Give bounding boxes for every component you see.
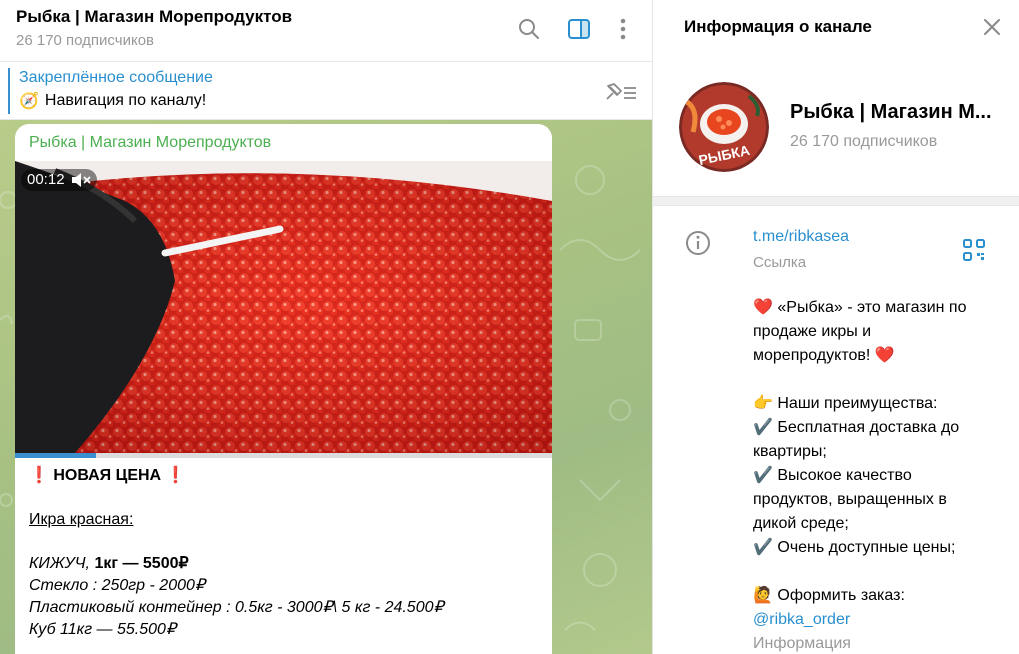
- description-line: дикой среде;: [753, 515, 849, 532]
- pinned-indicator: [8, 68, 10, 114]
- info-subscriber-count: 26 170 подписчиков: [790, 133, 938, 150]
- chat-pane: Рыбка | Магазин Морепродуктов 26 170 под…: [0, 0, 652, 654]
- post-line: Стекло : 250гр - 2000₽: [29, 577, 206, 594]
- info-channel-name: Рыбка | Магазин М...: [790, 101, 992, 123]
- channel-info-panel: Информация о канале РЫБКА Рыбка | Магази…: [652, 0, 1019, 654]
- post-line: Куб 11кг — 55.500₽: [29, 621, 177, 638]
- post-author[interactable]: Рыбка | Магазин Морепродуктов: [29, 134, 271, 152]
- chat-header[interactable]: Рыбка | Магазин Морепродуктов 26 170 под…: [0, 0, 652, 62]
- compass-emoji: 🧭: [19, 93, 39, 110]
- description-line: квартиры;: [753, 443, 827, 460]
- channel-post-bubble[interactable]: Рыбка | Магазин Морепродуктов 00:12 ❗ НО…: [15, 124, 552, 654]
- search-icon[interactable]: [514, 14, 544, 44]
- post-line-bold: 1кг — 5500₽: [94, 555, 189, 572]
- channel-description: ❤️ «Рыбка» - это магазин по продаже икры…: [753, 296, 1008, 654]
- post-line: [29, 487, 539, 509]
- video-progress-fill: [15, 453, 96, 458]
- channel-link[interactable]: t.me/ribkasea: [753, 228, 849, 246]
- video-time-text: 00:12: [27, 171, 65, 188]
- post-text: ❗ НОВАЯ ЦЕНА ❗ Икра красная: КИЖУЧ, 1кг …: [29, 465, 539, 641]
- info-panel-title: Информация о канале: [684, 17, 872, 36]
- description-line: продаже икры и: [753, 323, 872, 340]
- channel-link-label: Ссылка: [753, 254, 807, 271]
- description-line: 🙋 Оформить заказ:: [753, 587, 905, 604]
- video-timer: 00:12: [21, 169, 97, 191]
- pinned-title: Закреплённое сообщение: [19, 69, 213, 86]
- info-icon: [685, 230, 711, 256]
- subscriber-count: 26 170 подписчиков: [16, 32, 155, 49]
- description-line: ✔️ Очень доступные цены;: [753, 539, 956, 556]
- description-line: морепродуктов! ❤️: [753, 347, 895, 364]
- description-line: продуктов, выращенных в: [753, 491, 947, 508]
- video-progress-bar[interactable]: [15, 453, 552, 458]
- pinned-text-row: 🧭 Навигация по каналу!: [19, 91, 206, 111]
- post-line: ❗ НОВАЯ ЦЕНА ❗: [29, 467, 186, 484]
- description-line: ❤️ «Рыбка» - это магазин по: [753, 299, 967, 316]
- description-line: [753, 368, 1008, 392]
- qr-code-icon[interactable]: [962, 238, 986, 262]
- video-preview[interactable]: 00:12: [15, 161, 552, 453]
- post-line-italic: КИЖУЧ,: [29, 555, 95, 572]
- muted-icon[interactable]: [71, 172, 91, 188]
- description-line: 👉 Наши преимущества:: [753, 395, 938, 412]
- post-line: [29, 531, 539, 553]
- sidebar-toggle-icon[interactable]: [564, 14, 594, 44]
- description-line: [753, 560, 1008, 584]
- description-line: ✔️ Бесплатная доставка до: [753, 419, 960, 436]
- description-label: Информация: [753, 635, 851, 652]
- order-link[interactable]: @ribka_order: [753, 608, 1008, 632]
- close-icon[interactable]: [980, 15, 1004, 39]
- more-vertical-icon[interactable]: [608, 14, 638, 44]
- pinned-text: Навигация по каналу!: [44, 92, 207, 109]
- section-divider: [653, 196, 1019, 206]
- post-line: КИЖУЧ, 1кг — 5500₽: [29, 553, 539, 575]
- pinned-message-bar[interactable]: Закреплённое сообщение 🧭 Навигация по ка…: [0, 62, 652, 120]
- description-line: ✔️ Высокое качество: [753, 467, 912, 484]
- post-line: Икра красная:: [29, 511, 134, 528]
- post-line: Пластиковый контейнер : 0.5кг - 3000₽\ 5…: [29, 599, 444, 616]
- pinned-list-icon[interactable]: [604, 81, 638, 103]
- channel-avatar[interactable]: РЫБКА: [679, 82, 769, 172]
- channel-title[interactable]: Рыбка | Магазин Морепродуктов: [16, 7, 292, 27]
